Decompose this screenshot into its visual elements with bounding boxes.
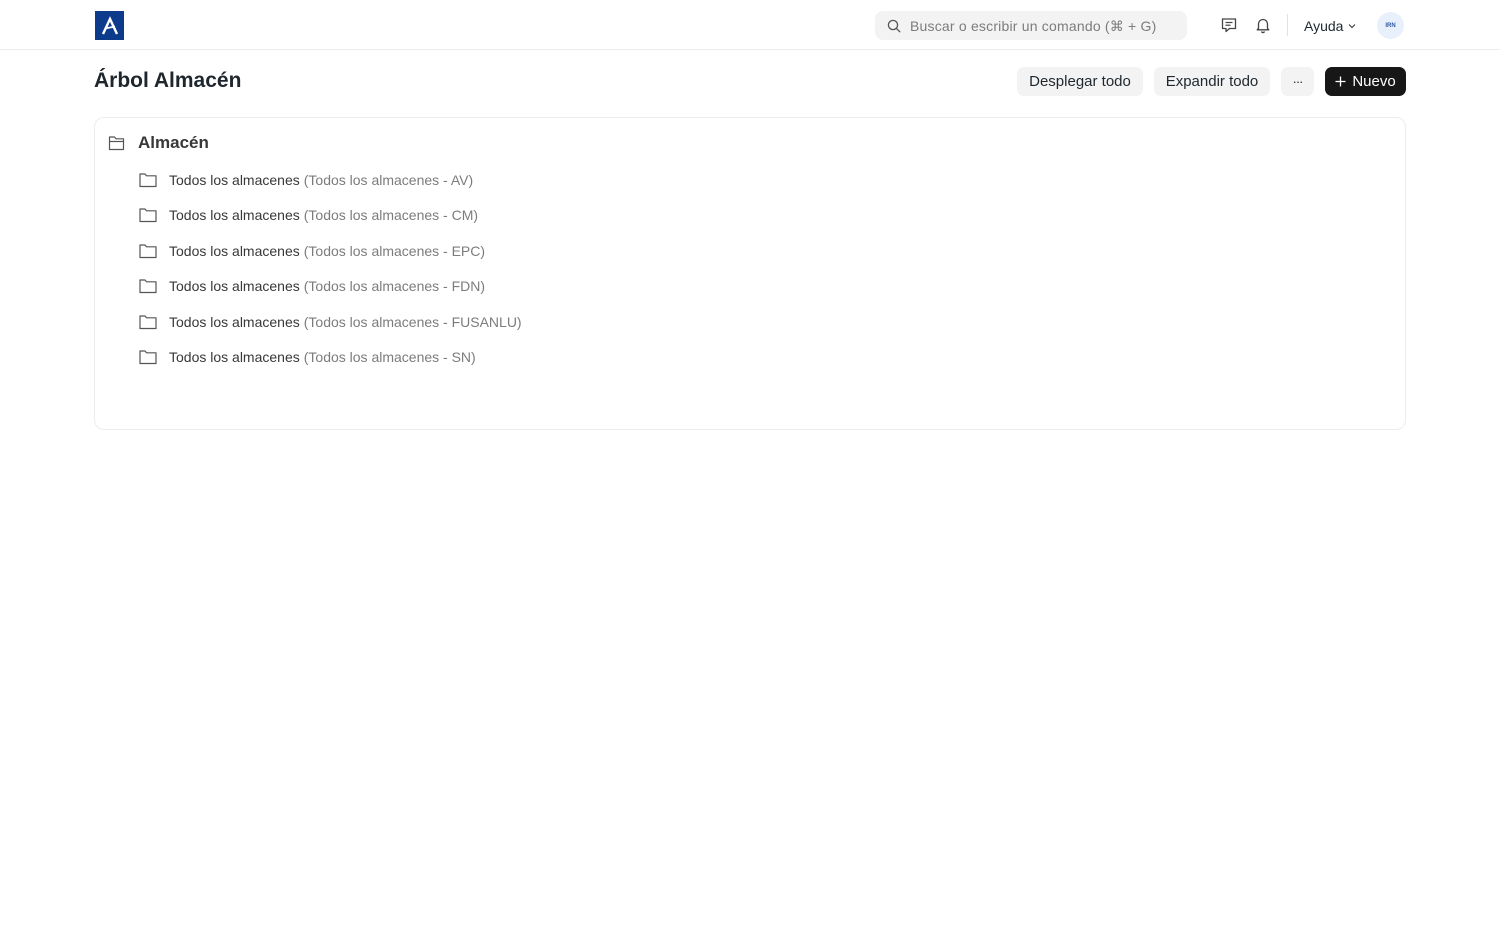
navbar-divider <box>1287 14 1288 36</box>
folder-icon <box>139 208 157 223</box>
tree-node[interactable]: Todos los almacenes (Todos los almacenes… <box>139 240 485 262</box>
tree-node[interactable]: Todos los almacenes (Todos los almacenes… <box>139 346 476 368</box>
app-logo[interactable] <box>95 11 124 40</box>
tree-node-description: (Todos los almacenes - EPC) <box>303 243 486 259</box>
tree-node-description: (Todos los almacenes - FUSANLU) <box>303 314 522 330</box>
folder-open-icon <box>108 136 125 151</box>
chat-icon[interactable] <box>1218 14 1240 36</box>
expand-all-button[interactable]: Expandir todo <box>1154 67 1270 96</box>
tree-node[interactable]: Todos los almacenes (Todos los almacenes… <box>139 169 473 191</box>
tree-node-description: (Todos los almacenes - SN) <box>303 349 476 365</box>
new-button[interactable]: Nuevo <box>1325 67 1406 96</box>
tree-view: Almacén Todos los almacenes (Todos los a… <box>94 117 1406 430</box>
page-title: Árbol Almacén <box>94 69 242 92</box>
search-bar[interactable] <box>875 11 1187 40</box>
new-button-label: Nuevo <box>1352 73 1396 90</box>
tree-node-name: Todos los almacenes <box>169 278 300 294</box>
folder-icon <box>139 315 157 330</box>
more-actions-button[interactable]: ··· <box>1281 67 1314 96</box>
avatar-initials: IRN <box>1385 22 1396 29</box>
tree-node-name: Todos los almacenes <box>169 207 300 223</box>
tree-node-name: Todos los almacenes <box>169 172 300 188</box>
folder-icon <box>139 244 157 259</box>
help-dropdown[interactable]: Ayuda <box>1304 16 1357 36</box>
tree-node-description: (Todos los almacenes - FDN) <box>303 278 486 294</box>
search-input[interactable] <box>910 17 1180 34</box>
tree-node-description: (Todos los almacenes - AV) <box>303 172 474 188</box>
bell-icon[interactable] <box>1252 14 1274 36</box>
folder-icon <box>139 350 157 365</box>
tree-node-name: Todos los almacenes <box>169 349 300 365</box>
tree-node-name: Todos los almacenes <box>169 243 300 259</box>
chevron-down-icon <box>1349 24 1356 29</box>
collapse-all-button[interactable]: Desplegar todo <box>1017 67 1143 96</box>
tree-root-label: Almacén <box>138 133 209 152</box>
tree-root-node[interactable]: Almacén <box>108 131 209 155</box>
user-avatar[interactable]: IRN <box>1377 12 1404 39</box>
navbar: Ayuda IRN <box>0 0 1500 50</box>
folder-icon <box>139 279 157 294</box>
logo-icon <box>101 15 118 35</box>
search-icon <box>887 19 901 32</box>
tree-node[interactable]: Todos los almacenes (Todos los almacenes… <box>139 311 522 333</box>
plus-icon <box>1335 76 1346 87</box>
tree-node-description: (Todos los almacenes - CM) <box>303 207 479 223</box>
help-label: Ayuda <box>1304 18 1344 34</box>
tree-node[interactable]: Todos los almacenes (Todos los almacenes… <box>139 204 478 226</box>
tree-node[interactable]: Todos los almacenes (Todos los almacenes… <box>139 275 485 297</box>
folder-icon <box>139 173 157 188</box>
tree-node-name: Todos los almacenes <box>169 314 300 330</box>
